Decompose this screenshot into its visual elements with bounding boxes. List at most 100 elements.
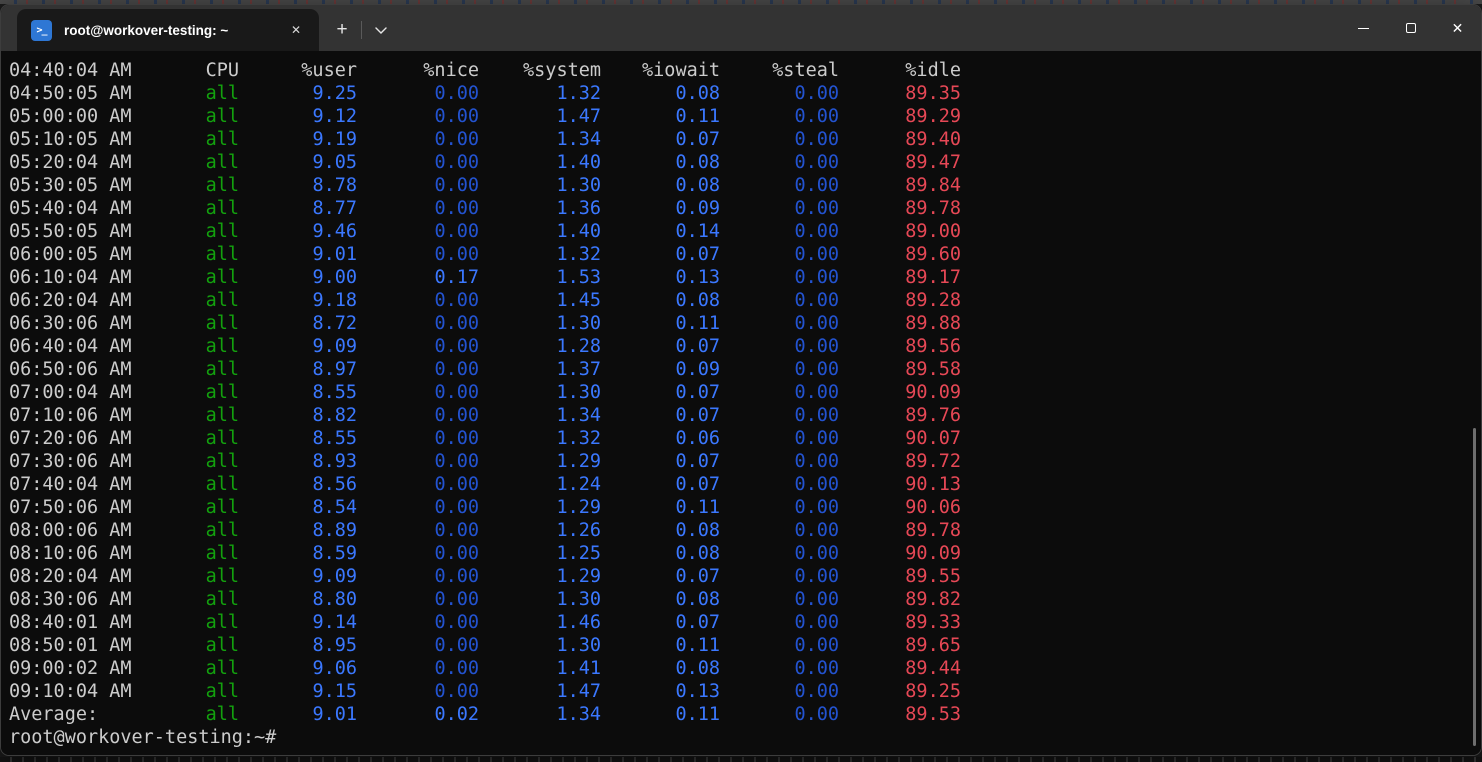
cell-cpu: all	[159, 151, 239, 174]
cell-time: 07:40:04 AM	[9, 473, 159, 496]
table-row: 07:50:06 AMall8.540.001.290.110.0090.06	[9, 496, 1481, 519]
tab-close-icon[interactable]: ✕	[283, 17, 309, 43]
cell-cpu: all	[159, 404, 239, 427]
cell-time: 07:10:06 AM	[9, 404, 159, 427]
cell-value: 1.26	[479, 519, 601, 542]
cell-time: 05:10:05 AM	[9, 128, 159, 151]
table-row: 07:00:04 AMall8.550.001.300.070.0090.09	[9, 381, 1481, 404]
cell-value: 0.11	[601, 496, 720, 519]
cell-value: 1.30	[479, 174, 601, 197]
table-row: 05:20:04 AMall9.050.001.400.080.0089.47	[9, 151, 1481, 174]
close-button[interactable]: ✕	[1434, 5, 1481, 51]
terminal-tab[interactable]: >_ root@workover-testing: ~ ✕	[17, 9, 319, 51]
terminal-content[interactable]: 04:40:04 AMCPU%user%nice%system%iowait%s…	[1, 51, 1481, 756]
cell-value: 0.00	[357, 542, 479, 565]
cell-value: 9.14	[239, 611, 357, 634]
sar-table-rows: 04:40:04 AMCPU%user%nice%system%iowait%s…	[9, 59, 1481, 726]
cell-value: 0.00	[720, 703, 839, 726]
cell-value: %iowait	[601, 59, 720, 82]
cell-value: 1.24	[479, 473, 601, 496]
titlebar[interactable]: >_ root@workover-testing: ~ ✕ + ✕	[1, 5, 1481, 51]
cell-value: 0.08	[601, 519, 720, 542]
cell-value: 0.00	[357, 519, 479, 542]
cell-value: 1.40	[479, 151, 601, 174]
cell-value: 0.07	[601, 404, 720, 427]
cell-value: 0.07	[601, 381, 720, 404]
cell-value: 0.13	[601, 266, 720, 289]
cell-value: 1.29	[479, 496, 601, 519]
cell-cpu: all	[159, 680, 239, 703]
cell-value: 0.00	[720, 289, 839, 312]
cell-value: %user	[239, 59, 357, 82]
powershell-icon: >_	[31, 20, 52, 41]
minimize-button[interactable]	[1340, 5, 1387, 51]
cell-time: 05:30:05 AM	[9, 174, 159, 197]
cell-time: 09:10:04 AM	[9, 680, 159, 703]
cell-time: 07:30:06 AM	[9, 450, 159, 473]
new-tab-button[interactable]: +	[325, 13, 359, 47]
cell-cpu: all	[159, 243, 239, 266]
cell-cpu: all	[159, 657, 239, 680]
cell-value: 9.19	[239, 128, 357, 151]
cell-value: 0.00	[720, 634, 839, 657]
cell-time: 05:20:04 AM	[9, 151, 159, 174]
cell-value: 9.18	[239, 289, 357, 312]
cell-value: 1.47	[479, 105, 601, 128]
cell-value: 1.47	[479, 680, 601, 703]
cell-value: 1.32	[479, 427, 601, 450]
cell-value: 1.30	[479, 634, 601, 657]
cell-value: 0.00	[357, 197, 479, 220]
cell-value: 0.07	[601, 243, 720, 266]
cell-value: 0.00	[357, 427, 479, 450]
cell-value: 8.82	[239, 404, 357, 427]
cell-cpu: all	[159, 335, 239, 358]
chevron-down-icon[interactable]	[364, 13, 398, 47]
table-row: 08:50:01 AMall8.950.001.300.110.0089.65	[9, 634, 1481, 657]
cell-cpu: all	[159, 358, 239, 381]
cell-value: 0.00	[720, 427, 839, 450]
cell-cpu: all	[159, 197, 239, 220]
table-row: 07:20:06 AMall8.550.001.320.060.0090.07	[9, 427, 1481, 450]
cell-cpu: all	[159, 588, 239, 611]
cell-value: 89.55	[839, 565, 961, 588]
cell-cpu: all	[159, 703, 239, 726]
cell-time: 08:50:01 AM	[9, 634, 159, 657]
table-row: 07:40:04 AMall8.560.001.240.070.0090.13	[9, 473, 1481, 496]
cell-cpu: all	[159, 266, 239, 289]
cell-value: 9.01	[239, 703, 357, 726]
table-row: 04:50:05 AMall9.250.001.320.080.0089.35	[9, 82, 1481, 105]
cell-cpu: all	[159, 542, 239, 565]
cell-value: 89.25	[839, 680, 961, 703]
minimize-icon	[1358, 28, 1369, 29]
table-row: 08:30:06 AMall8.800.001.300.080.0089.82	[9, 588, 1481, 611]
table-row: 08:20:04 AMall9.090.001.290.070.0089.55	[9, 565, 1481, 588]
cell-value: 8.95	[239, 634, 357, 657]
cell-value: 0.07	[601, 128, 720, 151]
cell-value: 90.09	[839, 542, 961, 565]
cell-value: 89.58	[839, 358, 961, 381]
cell-value: 0.07	[601, 611, 720, 634]
cell-value: 0.08	[601, 657, 720, 680]
cell-value: 89.29	[839, 105, 961, 128]
cell-cpu: all	[159, 519, 239, 542]
cell-value: 0.00	[357, 220, 479, 243]
cell-value: 89.44	[839, 657, 961, 680]
cell-value: 0.00	[720, 381, 839, 404]
cell-value: 1.32	[479, 243, 601, 266]
cell-time: 07:00:04 AM	[9, 381, 159, 404]
scrollbar-thumb[interactable]	[1473, 428, 1476, 746]
cell-value: 0.08	[601, 151, 720, 174]
cell-value: %system	[479, 59, 601, 82]
cell-time: 04:40:04 AM	[9, 59, 159, 82]
cell-value: 0.00	[720, 358, 839, 381]
table-row: 06:30:06 AMall8.720.001.300.110.0089.88	[9, 312, 1481, 335]
cell-value: 0.08	[601, 82, 720, 105]
table-row: 07:10:06 AMall8.820.001.340.070.0089.76	[9, 404, 1481, 427]
maximize-button[interactable]	[1387, 5, 1434, 51]
cell-value: 0.00	[357, 105, 479, 128]
cell-value: 0.00	[357, 312, 479, 335]
cell-value: 90.06	[839, 496, 961, 519]
cell-value: 90.13	[839, 473, 961, 496]
table-row: 08:10:06 AMall8.590.001.250.080.0090.09	[9, 542, 1481, 565]
cell-value: 8.77	[239, 197, 357, 220]
